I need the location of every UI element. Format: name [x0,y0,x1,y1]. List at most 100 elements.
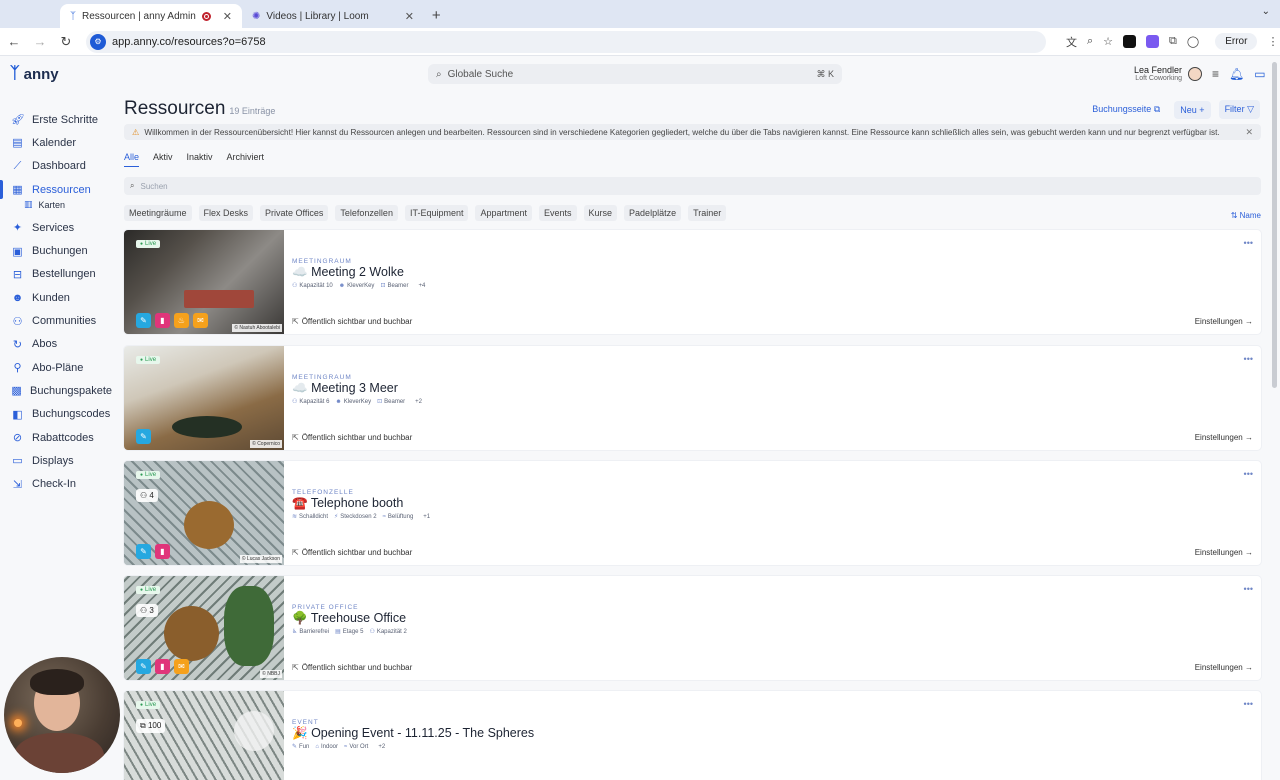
resource-card[interactable]: Live © Copernico ✎ MEETINGRAUM ☁️ Meetin… [124,346,1261,450]
booking-count: ⚇ 3 [136,604,158,617]
site-info-icon[interactable]: ⚙ [90,33,106,50]
page-scrollbar[interactable] [1272,62,1277,388]
error-button[interactable]: Error [1215,33,1258,50]
app-logo[interactable]: ᛉ anny [10,65,59,83]
browser-tab-active[interactable]: ᛉ Ressourcen | anny Admin ✕ [60,4,242,28]
sidebar-item-buchungspakete[interactable]: ▩ Buchungspakete [0,379,112,402]
sidebar-item-abos[interactable]: ↻ Abos [0,333,112,356]
menu-dots-icon[interactable]: ⋮ [1267,35,1278,48]
profile-icon[interactable]: ◯ [1187,35,1199,48]
more-options-icon[interactable]: ••• [1244,469,1253,479]
resource-title[interactable]: 🌳 Treehouse Office [292,611,406,626]
ventilation-icon: ≈ [382,513,386,520]
sidebar: 🚀︎ Erste Schritte ▤ Kalender ⟋ Dashboard ▦ R… [0,108,112,496]
sidebar-item-buchungscodes[interactable]: ◧ Buchungscodes [0,403,112,426]
zoom-icon[interactable]: ⌕ [1087,35,1093,48]
monitor-icon[interactable]: ▭ [1254,67,1265,81]
chat-badge-icon: ✉ [193,313,208,328]
tab-archiviert[interactable]: Archiviert [227,152,265,167]
bell-icon[interactable]: 🔔︎ [1229,67,1244,81]
category-chip[interactable]: Trainer [688,205,727,221]
forward-button[interactable]: → [28,34,52,49]
resource-card[interactable]: Live ⧉ 100 ✎ ▮ EVENT 🎉 Opening Event - 1… [124,691,1261,780]
more-options-icon[interactable]: ••• [1244,238,1253,248]
extension-pen-icon[interactable] [1123,35,1137,48]
search-icon: ⌕ [436,68,442,80]
more-options-icon[interactable]: ••• [1244,354,1253,364]
category-chip[interactable]: Kurse [583,205,618,221]
settings-link[interactable]: Einstellungen → [1195,317,1253,326]
settings-link[interactable]: Einstellungen → [1195,548,1253,557]
more-options-icon[interactable]: ••• [1244,584,1253,594]
global-search-input[interactable]: ⌕ Globale Suche ⌘ K [428,64,842,84]
avatar[interactable] [1188,67,1202,81]
resource-card[interactable]: Live © Nastuh Abootalebi ✎ ▮ ♨ ✉ MEETING… [124,230,1261,334]
settings-link[interactable]: Einstellungen → [1195,433,1253,442]
sort-button[interactable]: ⇅ Name [1231,211,1261,220]
booking-page-button[interactable]: Buchungsseite ⧉ [1086,100,1166,119]
category-chip[interactable]: Padelplätze [624,205,682,221]
sort-icon: ⇅ [1230,211,1238,220]
resources-icon: ▦ [12,184,23,197]
sidebar-item-kunden[interactable]: ☻ Kunden [0,286,112,309]
sidebar-item-rabattcodes[interactable]: ⊘ Rabattcodes [0,426,112,449]
category-chip[interactable]: Flex Desks [198,205,254,221]
sidebar-item-bestellungen[interactable]: ⊟ Bestellungen [0,263,112,286]
tag-icon: ⊘ [12,432,23,444]
sidebar-item-erste-schritte[interactable]: 🚀︎ Erste Schritte [0,108,112,131]
filter-button[interactable]: Filter ▽ [1218,100,1260,119]
sidebar-item-abo-plaene[interactable]: ⚲ Abo-Pläne [0,356,112,379]
resource-title[interactable]: ☁️ Meeting 2 Wolke [292,265,404,280]
booking-badge-icon: ✎ [136,429,151,444]
translate-icon[interactable]: 文 [1066,34,1077,50]
tab-alle[interactable]: Alle [124,152,140,167]
category-chip[interactable]: Appartment [475,205,533,221]
settings-link[interactable]: Einstellungen → [1195,663,1253,672]
sidebar-item-services[interactable]: ✦ Services [0,216,112,239]
reload-button[interactable]: ↻ [54,34,78,50]
browser-tab-loom[interactable]: ✺ Videos | Library | Loom ✕ [242,4,424,28]
star-icon[interactable]: ☆ [1103,35,1113,48]
sidebar-item-communities[interactable]: ⚇ Communities [0,309,112,332]
sidebar-item-ressourcen[interactable]: ▦ Ressourcen [0,178,112,201]
chevron-down-icon[interactable]: ⌄ [1262,6,1270,17]
arrow-right-icon: → [1245,433,1253,442]
webcam-overlay[interactable] [4,657,120,773]
image-detail [184,501,234,549]
sidebar-item-check-in[interactable]: ⇲ Check-In [0,472,112,495]
sidebar-item-kalender[interactable]: ▤ Kalender [0,131,112,154]
new-button[interactable]: Neu + [1174,100,1211,119]
key-badge-icon: ▮ [155,659,170,674]
menu-icon[interactable]: ≡ [1212,67,1219,81]
category-chip[interactable]: Telefonzellen [335,205,398,221]
resource-card[interactable]: Live ⚇ 4 © Lucas Jackson ✎ ▮ TELEFONZELL… [124,461,1261,565]
extensions-puzzle-icon[interactable]: ⧉ [1169,35,1177,48]
fun-icon: ✎ [292,744,298,750]
sidebar-item-displays[interactable]: ▭ Displays [0,449,112,472]
url-field[interactable]: ⚙ app.anny.co/resources?o=6758 [86,30,1046,53]
tab-inaktiv[interactable]: Inaktiv [187,152,213,167]
accessible-icon: ♿︎ [292,629,298,635]
category-chip[interactable]: IT-Equipment [404,205,469,221]
resource-title[interactable]: 🎉 Opening Event - 11.11.25 - The Spheres [292,726,534,741]
external-link-icon: ⧉ [1153,104,1161,114]
resource-card[interactable]: Live ⚇ 3 © NBBJ ✎ ▮ ✉ PRIVATE OFFICE 🌳 T… [124,576,1261,680]
close-tab-icon[interactable]: ✕ [405,10,414,23]
category-chip[interactable]: Events [539,205,577,221]
filter-icon: ▽ [1247,104,1254,114]
resource-title[interactable]: ☁️ Meeting 3 Meer [292,381,398,396]
category-chip[interactable]: Private Offices [260,205,329,221]
tab-aktiv[interactable]: Aktiv [153,152,173,167]
user-info[interactable]: Lea Fendler Loft Coworking [1132,65,1182,82]
back-button[interactable]: ← [2,34,26,49]
more-options-icon[interactable]: ••• [1244,699,1253,709]
new-tab-button[interactable]: + [424,7,449,28]
sidebar-item-buchungen[interactable]: ▣ Buchungen [0,239,112,262]
resource-title[interactable]: ☎️ Telephone booth [292,496,403,511]
resource-search-input[interactable]: ⌕ Suchen [124,177,1261,195]
category-chip[interactable]: Meetingräume [124,205,192,221]
extension-loom-icon[interactable] [1146,35,1160,48]
sidebar-item-dashboard[interactable]: ⟋ Dashboard [0,155,112,178]
close-banner-icon[interactable]: ✕ [1245,127,1253,138]
close-tab-icon[interactable]: ✕ [223,10,232,23]
